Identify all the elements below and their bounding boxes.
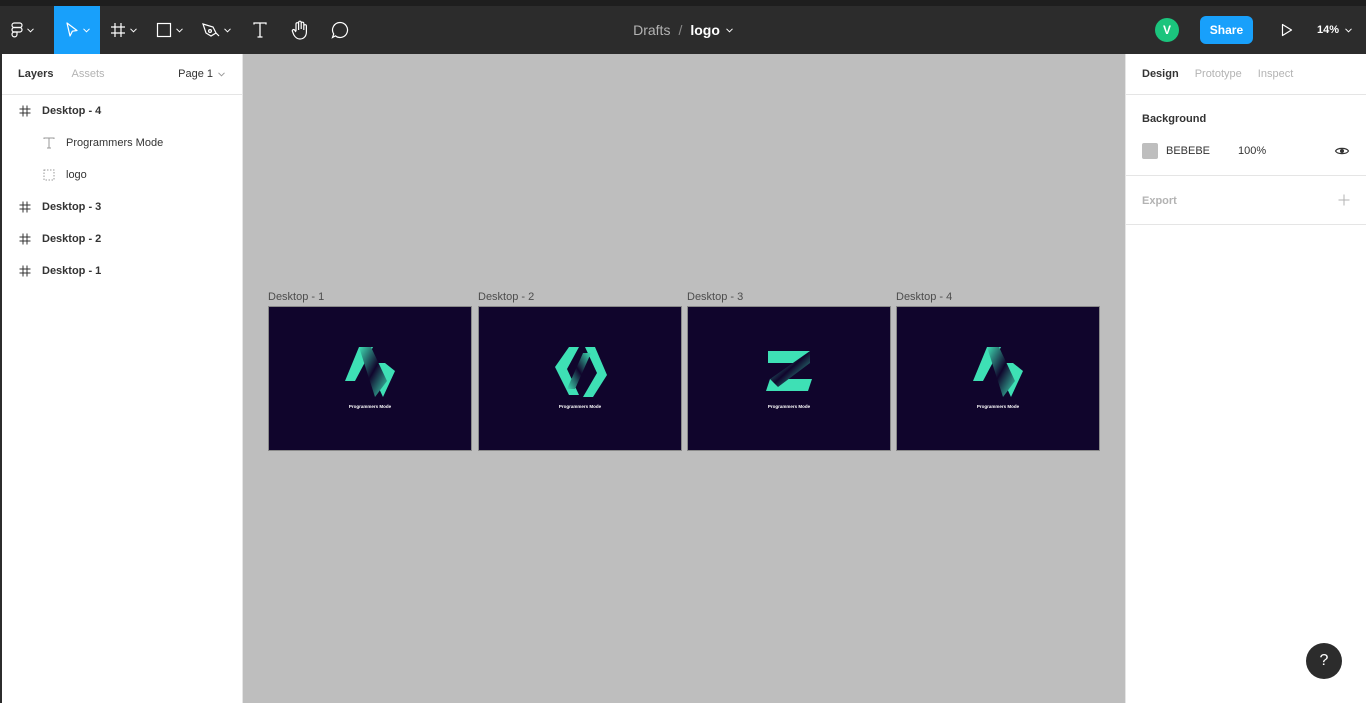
chevron-down-icon xyxy=(726,27,733,33)
layer-desktop-2[interactable]: Desktop - 2 xyxy=(2,223,242,255)
file-name: logo xyxy=(690,22,720,38)
chevron-down-icon xyxy=(1345,27,1352,33)
design-canvas[interactable]: Desktop - 1 Programmers Mode Desktop - 2… xyxy=(243,54,1125,703)
comment-bubble-icon xyxy=(331,21,349,39)
frame-hash-icon xyxy=(18,104,32,118)
background-color-swatch[interactable] xyxy=(1142,143,1158,159)
main-menu-button[interactable] xyxy=(0,6,44,54)
frame-hash-icon xyxy=(18,232,32,246)
chevron-down-icon xyxy=(218,71,225,77)
layer-label: Desktop - 3 xyxy=(42,201,102,213)
zoom-level: 14% xyxy=(1316,24,1339,36)
layer-desktop-4[interactable]: Desktop - 4 xyxy=(2,95,242,127)
play-icon xyxy=(1281,23,1293,37)
comment-tool-button[interactable] xyxy=(320,6,360,54)
frame-text: Programmers Mode xyxy=(767,404,811,409)
help-button[interactable]: ? xyxy=(1306,643,1342,679)
chevron-down-icon xyxy=(26,27,34,33)
tab-assets[interactable]: Assets xyxy=(71,68,104,80)
group-dashed-icon xyxy=(42,168,56,182)
frame-tool-button[interactable] xyxy=(100,6,146,54)
frame-label-desktop-2[interactable]: Desktop - 2 xyxy=(478,291,534,303)
plus-icon[interactable] xyxy=(1338,193,1350,211)
properties-panel: Design Prototype Inspect Background BEBE… xyxy=(1125,54,1366,703)
frame-label-desktop-1[interactable]: Desktop - 1 xyxy=(268,291,324,303)
layer-logo[interactable]: logo xyxy=(2,159,242,191)
layer-label: Desktop - 4 xyxy=(42,105,102,117)
eye-icon[interactable] xyxy=(1334,143,1350,162)
background-opacity-input[interactable]: 100% xyxy=(1238,145,1266,157)
frame-label-desktop-3[interactable]: Desktop - 3 xyxy=(687,291,743,303)
chevron-down-icon xyxy=(175,27,183,33)
programmers-mode-logo-icon xyxy=(973,347,1023,397)
pen-icon xyxy=(201,23,219,37)
rectangle-icon xyxy=(156,22,171,38)
export-title: Export xyxy=(1142,195,1177,207)
programmers-mode-logo-icon xyxy=(766,351,812,391)
right-panel-tabs: Design Prototype Inspect xyxy=(1126,54,1366,95)
frame-desktop-2[interactable]: Programmers Mode xyxy=(478,306,682,451)
layer-label: logo xyxy=(66,169,87,181)
background-fill-row: BEBEBE 100% xyxy=(1142,143,1350,159)
layer-label: Desktop - 1 xyxy=(42,265,102,277)
frame-text: Programmers Mode xyxy=(348,404,392,409)
frame-hash-icon xyxy=(18,264,32,278)
frame-text: Programmers Mode xyxy=(976,404,1020,409)
left-panel-tabs: Layers Assets Page 1 xyxy=(2,54,242,95)
breadcrumb-separator: / xyxy=(678,22,683,38)
background-title: Background xyxy=(1142,113,1207,125)
file-name-menu[interactable]: logo xyxy=(690,22,733,38)
pen-tool-button[interactable] xyxy=(192,6,240,54)
frame-hash-icon xyxy=(110,23,125,37)
text-tool-button[interactable] xyxy=(240,6,280,54)
layer-desktop-1[interactable]: Desktop - 1 xyxy=(2,255,242,287)
layer-programmers-mode[interactable]: Programmers Mode xyxy=(2,127,242,159)
frame-desktop-1[interactable]: Programmers Mode xyxy=(268,306,472,451)
hand-icon xyxy=(291,20,307,40)
export-section: Export xyxy=(1126,176,1366,225)
background-section: Background BEBEBE 100% xyxy=(1126,95,1366,176)
share-button[interactable]: Share xyxy=(1199,16,1253,44)
programmers-mode-logo-icon xyxy=(345,347,395,397)
page-selector[interactable]: Page 1 xyxy=(178,68,225,80)
breadcrumb-drafts-link[interactable]: Drafts xyxy=(633,22,670,38)
user-avatar[interactable]: V xyxy=(1154,18,1179,42)
layer-list: Desktop - 4 Programmers Mode logo Deskto… xyxy=(2,95,242,287)
text-t-icon xyxy=(42,136,56,150)
tab-layers[interactable]: Layers xyxy=(18,68,53,80)
text-t-icon xyxy=(253,22,267,38)
frame-desktop-4[interactable]: Programmers Mode xyxy=(896,306,1100,451)
chevron-down-icon xyxy=(82,27,90,33)
shape-tool-button[interactable] xyxy=(146,6,192,54)
layer-label: Desktop - 2 xyxy=(42,233,102,245)
chevron-down-icon xyxy=(129,27,137,33)
cursor-arrow-icon xyxy=(65,22,78,37)
tab-design[interactable]: Design xyxy=(1142,68,1179,80)
chevron-down-icon xyxy=(223,27,231,33)
background-hex-input[interactable]: BEBEBE xyxy=(1166,145,1238,157)
figma-logo-icon xyxy=(10,22,23,38)
top-toolbar: Drafts / logo V Share 14% xyxy=(0,6,1366,54)
frame-hash-icon xyxy=(18,200,32,214)
hand-tool-button[interactable] xyxy=(280,6,320,54)
layer-label: Programmers Mode xyxy=(66,137,164,149)
tab-prototype[interactable]: Prototype xyxy=(1195,68,1242,80)
frame-text: Programmers Mode xyxy=(558,404,602,409)
move-tool-button[interactable] xyxy=(54,6,100,54)
layers-panel: Layers Assets Page 1 Desktop - 4 Program… xyxy=(2,54,243,703)
tab-inspect[interactable]: Inspect xyxy=(1258,68,1293,80)
toolbar-right-group: V Share 14% xyxy=(1154,6,1366,54)
page-label: Page 1 xyxy=(178,68,213,80)
programmers-mode-logo-icon xyxy=(555,347,607,397)
present-button[interactable] xyxy=(1275,18,1299,42)
layer-desktop-3[interactable]: Desktop - 3 xyxy=(2,191,242,223)
zoom-dropdown[interactable]: 14% xyxy=(1317,24,1352,36)
frame-label-desktop-4[interactable]: Desktop - 4 xyxy=(896,291,952,303)
frame-desktop-3[interactable]: Programmers Mode xyxy=(687,306,891,451)
